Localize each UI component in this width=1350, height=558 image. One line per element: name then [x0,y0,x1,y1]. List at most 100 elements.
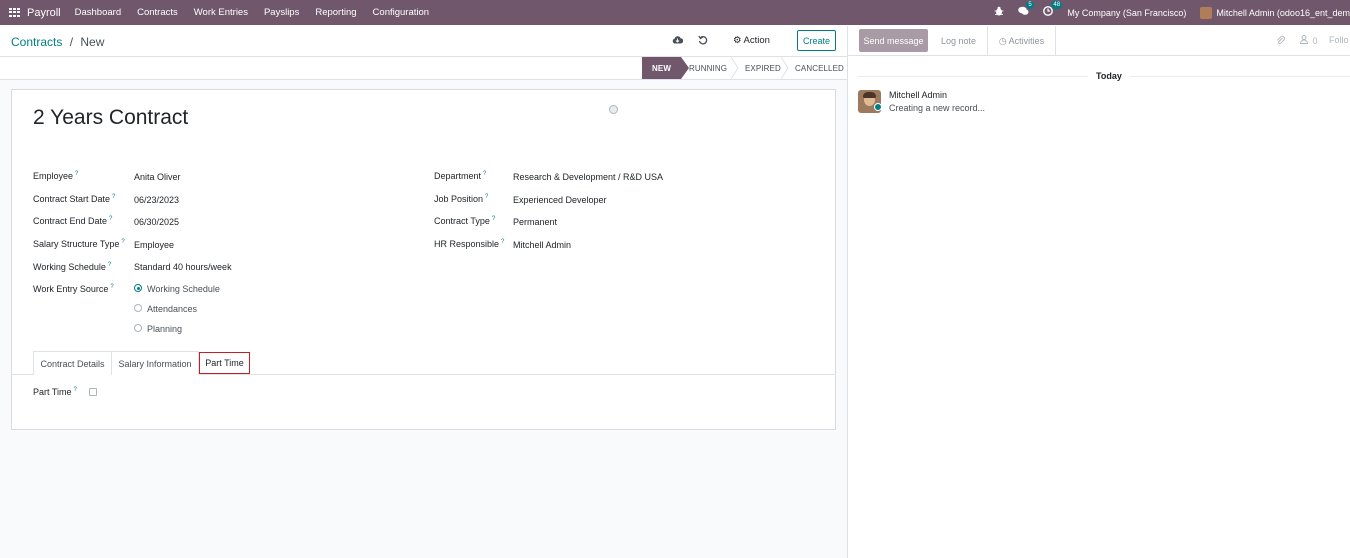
navbar-systray: 5 48 My Company (San Francisco) Mitchell… [994,0,1350,25]
stage-running[interactable]: RUNNING [689,57,733,79]
user-avatar [1200,6,1213,19]
job-position-field[interactable]: Experienced Developer [513,195,607,205]
bug-icon[interactable] [994,6,1004,19]
working-schedule-label: Working Schedule? [33,262,111,272]
action-menu-button[interactable]: ⚙ Action [733,35,770,46]
contract-start-date-label: Contract Start Date? [33,194,115,204]
help-mark: ? [501,239,505,245]
stage-arrow [781,57,789,79]
breadcrumb: Contracts / New [11,35,104,49]
chat-icon[interactable]: 5 [1018,1,1034,19]
menu-contracts[interactable]: Contracts [137,7,178,18]
followers-count: 0 [1312,36,1318,46]
activities-button[interactable]: ◷ Activities [987,26,1056,56]
stage-cancelled[interactable]: CANCELLED [795,57,844,79]
followers-button[interactable]: 0 [1300,35,1318,46]
control-panel: Contracts / New ⚙ Action Create [0,26,847,57]
working-schedule-field[interactable]: Standard 40 hours/week [134,262,232,272]
help-mark: ? [121,239,125,245]
send-message-button[interactable]: Send message [859,29,928,52]
department-field[interactable]: Research & Development / R&D USA [513,172,663,182]
contract-type-field[interactable]: Permanent [513,217,557,227]
contract-end-date-label: Contract End Date? [33,216,112,226]
hr-responsible-label-text: HR Responsible [434,239,500,249]
tab-salary-information[interactable]: Salary Information [111,351,199,375]
help-mark: ? [109,216,113,222]
radio-working-schedule-label[interactable]: Working Schedule [147,284,220,294]
clock-icon: ◷ [998,35,1007,46]
part-time-label-text: Part Time [33,387,72,397]
salary-structure-type-label-text: Salary Structure Type [33,239,120,249]
radio-attendances[interactable] [134,304,142,312]
help-mark: ? [485,194,489,200]
job-position-label: Job Position? [434,194,488,204]
log-note-button[interactable]: Log note [941,36,976,46]
main-menu: Dashboard Contracts Work Entries Payslip… [75,7,445,18]
app-name[interactable]: Payroll [27,7,61,19]
contract-name-input[interactable]: 2 Years Contract [33,106,188,130]
part-time-checkbox[interactable] [89,388,97,396]
chatter-panel: Send message Log note ◷ Activities 0 Foll… [847,26,1350,558]
help-mark: ? [110,284,114,290]
gear-icon: ⚙ [733,35,742,46]
kanban-state-indicator[interactable] [609,105,618,114]
help-mark: ? [107,262,112,268]
discard-undo-icon[interactable] [698,35,708,48]
contract-start-date-field[interactable]: 06/23/2023 [134,195,179,205]
menu-payslips[interactable]: Payslips [264,7,299,18]
user-menu[interactable]: Mitchell Admin (odoo16_ent_dem [1200,6,1350,19]
menu-reporting[interactable]: Reporting [315,7,356,18]
save-cloud-icon[interactable] [672,35,684,47]
hr-responsible-field[interactable]: Mitchell Admin [513,240,571,250]
message-author[interactable]: Mitchell Admin [889,90,947,100]
help-mark: ? [483,171,487,177]
contract-start-date-label-text: Contract Start Date [33,194,111,204]
follow-button[interactable]: Follo [1329,35,1349,45]
breadcrumb-contracts[interactable]: Contracts [11,35,62,49]
help-mark: ? [491,216,496,222]
date-separator: Today [1096,71,1122,81]
working-schedule-label-text: Working Schedule [33,262,106,272]
help-mark: ? [75,171,79,177]
top-navbar: Payroll Dashboard Contracts Work Entries… [0,0,1350,25]
salary-structure-type-label: Salary Structure Type? [33,239,125,249]
clock-icon[interactable]: 48 [1043,1,1063,19]
activities-label: Activities [1008,36,1045,46]
menu-configuration[interactable]: Configuration [373,7,430,18]
radio-attendances-label[interactable]: Attendances [147,304,197,314]
stage-arrow [731,57,739,79]
status-bar: NEW RUNNING EXPIRED CANCELLED [0,57,847,80]
radio-planning[interactable] [134,324,142,332]
user-icon [1300,35,1311,46]
tab-contract-details[interactable]: Contract Details [33,351,112,375]
employee-label-text: Employee [33,171,74,181]
work-entry-source-label: Work Entry Source? [33,284,114,294]
paperclip-icon[interactable] [1276,35,1285,47]
contract-end-date-label-text: Contract End Date [33,216,108,226]
department-label: Department? [434,171,486,181]
menu-dashboard[interactable]: Dashboard [75,7,121,18]
create-button[interactable]: Create [797,30,836,51]
contract-end-date-field[interactable]: 06/30/2025 [134,217,179,227]
user-name: Mitchell Admin (odoo16_ent_dem [1216,7,1350,18]
company-switcher[interactable]: My Company (San Francisco) [1067,8,1186,18]
hr-responsible-label: HR Responsible? [434,239,504,249]
stage-new[interactable]: NEW [642,57,681,79]
app-menu-icon[interactable] [9,7,21,18]
part-time-label: Part Time? [33,387,77,397]
stage-arrow-active [681,57,689,79]
radio-working-schedule[interactable] [134,284,142,292]
stage-expired[interactable]: EXPIRED [745,57,785,79]
salary-structure-type-field[interactable]: Employee [134,240,174,250]
chat-badge: 5 [1026,1,1034,9]
radio-planning-label[interactable]: Planning [147,324,182,334]
activity-badge: 48 [1051,1,1063,9]
department-label-text: Department [434,171,482,181]
date-divider-right [1130,76,1350,77]
breadcrumb-current: New [80,35,105,49]
work-entry-source-label-text: Work Entry Source [33,284,109,294]
employee-field[interactable]: Anita Oliver [134,172,181,182]
menu-work-entries[interactable]: Work Entries [194,7,248,18]
avatar-hair [863,92,876,98]
tab-part-time[interactable]: Part Time [199,352,250,374]
